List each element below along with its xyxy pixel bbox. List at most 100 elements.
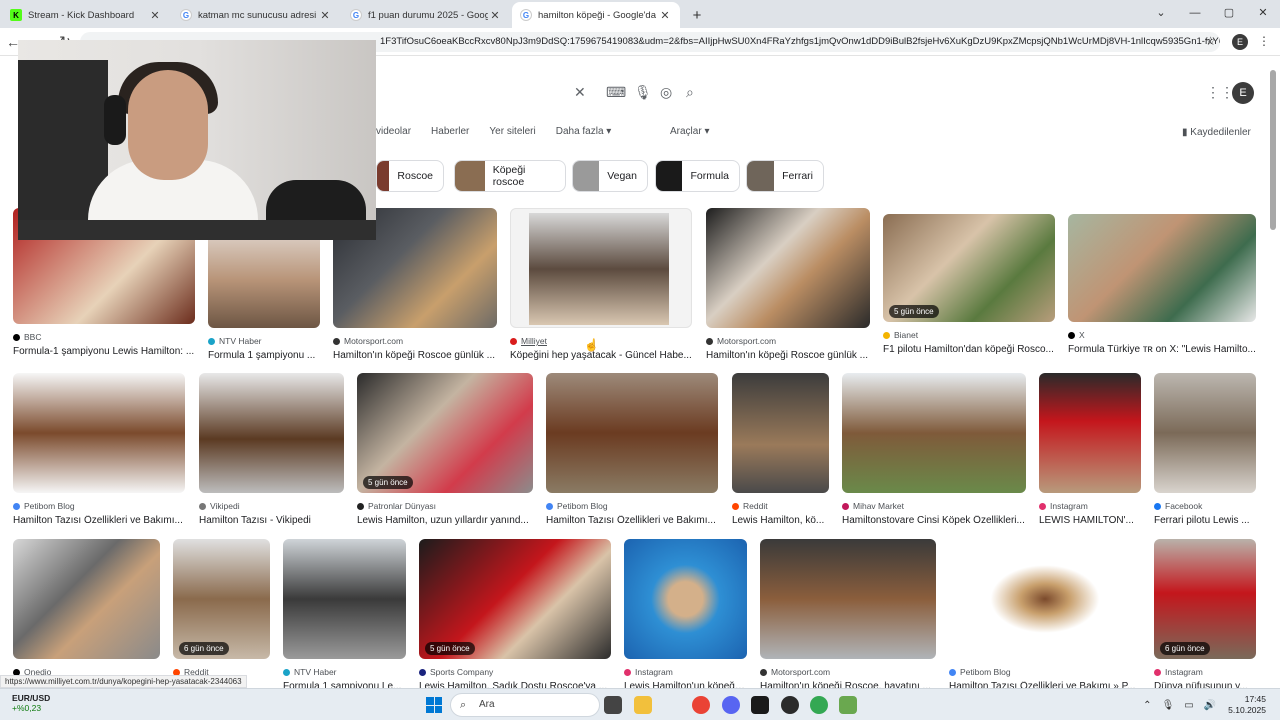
result-title[interactable]: Hamiltonstovare Cinsi Köpek Özellikleri.…: [842, 515, 1026, 526]
image-result[interactable]: Mihav Market Hamiltonstovare Cinsi Köpek…: [842, 373, 1026, 526]
result-thumbnail[interactable]: [199, 373, 344, 493]
result-title[interactable]: Köpeğini hep yaşatacak - Güncel Habe...: [510, 350, 692, 361]
chip-kopegi-roscoe[interactable]: Köpeği roscoe: [454, 160, 566, 192]
menu-icon[interactable]: ⋮: [1258, 34, 1270, 48]
volume-icon[interactable]: 🔊: [1204, 700, 1216, 711]
image-result[interactable]: Petibom Blog Hamilton Tazısı Özellikleri…: [546, 373, 718, 526]
result-title[interactable]: Lewis Hamilton, kö...: [732, 515, 829, 526]
result-thumbnail[interactable]: [283, 539, 406, 659]
tab-search-icon[interactable]: ⌄: [1144, 0, 1178, 26]
result-thumbnail[interactable]: [760, 539, 936, 659]
image-result[interactable]: 5 gün önce Sports Company Lewis Hamilton…: [419, 539, 611, 692]
image-result[interactable]: Onedio: [13, 539, 160, 677]
microphone-icon[interactable]: 🎙: [634, 84, 652, 101]
tab-kick-dashboard[interactable]: K Stream - Kick Dashboard ✕: [2, 2, 170, 28]
search-box[interactable]: ✕ ⌨ 🎙 ◎ ⌕: [376, 76, 716, 110]
result-title[interactable]: Hamilton Tazısı Özellikleri ve Bakımı...: [546, 515, 718, 526]
result-thumbnail[interactable]: 5 gün önce: [883, 214, 1055, 322]
result-title[interactable]: Hamilton'ın köpeği Roscoe günlük ...: [706, 350, 870, 361]
image-result[interactable]: Motorsport.com Hamilton'ın köpeği Roscoe…: [706, 208, 870, 361]
result-title[interactable]: F1 pilotu Hamilton'dan köpeği Rosco...: [883, 344, 1055, 355]
close-tab-icon[interactable]: ✕: [148, 9, 162, 22]
saved-button[interactable]: ▮ Kaydedilenler: [1182, 127, 1251, 138]
result-thumbnail[interactable]: [842, 373, 1026, 493]
result-title[interactable]: LEWIS HAMILTON'...: [1039, 515, 1141, 526]
microphone-icon[interactable]: 🎙: [1162, 700, 1175, 711]
image-result[interactable]: Reddit Lewis Hamilton, kö...: [732, 373, 829, 526]
close-window-button[interactable]: ✕: [1246, 0, 1280, 26]
chrome-icon[interactable]: [692, 696, 710, 714]
result-title[interactable]: Hamilton Tazısı - Vikipedi: [199, 515, 344, 526]
result-title[interactable]: Hamilton Tazısı Özellikleri ve Bakımı...: [13, 515, 185, 526]
result-thumbnail[interactable]: [546, 373, 718, 493]
image-result[interactable]: Instagram LEWIS HAMILTON'...: [1039, 373, 1141, 526]
result-thumbnail[interactable]: [706, 208, 870, 328]
start-icon[interactable]: [426, 697, 442, 713]
avatar[interactable]: E: [1232, 82, 1254, 104]
result-thumbnail[interactable]: [624, 539, 747, 659]
tab-web[interactable]: Yer siteleri: [489, 126, 535, 137]
terminal-icon[interactable]: [751, 696, 769, 714]
result-thumbnail[interactable]: [1068, 214, 1256, 322]
image-result[interactable]: NTV Haber Formula 1 şampiyonu Le...: [283, 539, 406, 692]
chevron-up-icon[interactable]: ⌃: [1143, 700, 1151, 711]
clock[interactable]: 17:45 5.10.2025: [1228, 694, 1266, 716]
result-thumbnail[interactable]: [732, 373, 829, 493]
lens-icon[interactable]: ◎: [660, 84, 672, 101]
page-scrollbar[interactable]: [1270, 60, 1278, 680]
result-thumbnail[interactable]: [949, 539, 1141, 659]
result-title[interactable]: Formula Türkiye ᴛʀ on X: "Lewis Hamilto.…: [1068, 344, 1256, 355]
profile-button[interactable]: E: [1232, 34, 1248, 50]
file-explorer-icon[interactable]: [634, 696, 652, 714]
minimize-button[interactable]: —: [1178, 0, 1212, 26]
tab-more[interactable]: Daha fazla ▾: [556, 126, 612, 137]
image-result[interactable]: Milliyet Köpeğini hep yaşatacak - Güncel…: [510, 208, 692, 361]
tab-videos[interactable]: videolar: [376, 126, 411, 137]
chrome-active-icon[interactable]: [810, 696, 828, 714]
image-result[interactable]: Facebook Ferrari pilotu Lewis ...: [1154, 373, 1256, 526]
steam-icon[interactable]: [781, 696, 799, 714]
tools-button[interactable]: Araçlar ▾: [670, 126, 709, 137]
tab-hamilton-search[interactable]: G hamilton köpeği - Google'da A ✕: [512, 2, 680, 28]
close-tab-icon[interactable]: ✕: [658, 9, 672, 22]
result-thumbnail[interactable]: [13, 373, 185, 493]
image-result[interactable]: Petibom Blog Hamilton Tazısı Özellikleri…: [13, 373, 185, 526]
minecraft-icon[interactable]: [839, 696, 857, 714]
result-thumbnail[interactable]: 5 gün önce: [357, 373, 533, 493]
bookmark-star-icon[interactable]: ☆: [1205, 34, 1216, 48]
image-result[interactable]: X Formula Türkiye ᴛʀ on X: "Lewis Hamilt…: [1068, 214, 1256, 355]
tab-katman-search[interactable]: G katman mc sunucusu adresi - G ✕: [172, 2, 340, 28]
chip-formula[interactable]: Formula: [655, 160, 740, 192]
result-thumbnail[interactable]: 6 gün önce: [173, 539, 270, 659]
clear-icon[interactable]: ✕: [574, 84, 586, 101]
result-thumbnail[interactable]: [13, 539, 160, 659]
result-title[interactable]: Lewis Hamilton, uzun yıllardır yanınd...: [357, 515, 533, 526]
result-thumbnail[interactable]: 6 gün önce: [1154, 539, 1256, 659]
image-result[interactable]: 6 gün önce Instagram Dünya nüfusunun y..…: [1154, 539, 1256, 692]
result-thumbnail[interactable]: [510, 208, 692, 328]
result-thumbnail[interactable]: [1039, 373, 1141, 493]
result-title[interactable]: Formula-1 şampiyonu Lewis Hamilton: ...: [13, 346, 195, 357]
new-tab-button[interactable]: +: [686, 6, 708, 28]
ticker-widget[interactable]: EUR/USD +%0,23: [12, 693, 50, 713]
apps-grid-icon[interactable]: ⋮⋮: [1206, 84, 1234, 101]
image-result[interactable]: Vikipedi Hamilton Tazısı - Vikipedi: [199, 373, 344, 526]
chip-roscoe[interactable]: Roscoe: [376, 160, 444, 192]
result-thumbnail[interactable]: [1154, 373, 1256, 493]
network-icon[interactable]: ▭: [1184, 700, 1193, 711]
close-tab-icon[interactable]: ✕: [488, 9, 502, 22]
tab-f1-search[interactable]: G f1 puan durumu 2025 - Google ✕: [342, 2, 510, 28]
task-view-icon[interactable]: [604, 696, 622, 714]
discord-icon[interactable]: [722, 696, 740, 714]
result-title[interactable]: Hamilton'ın köpeği Roscoe günlük ...: [333, 350, 497, 361]
maximize-button[interactable]: ▢: [1212, 0, 1246, 26]
close-tab-icon[interactable]: ✕: [318, 9, 332, 22]
image-result[interactable]: 5 gün önce Patronlar Dünyası Lewis Hamil…: [357, 373, 533, 526]
image-result[interactable]: Instagram Lewis Hamilton'un köpeği ...: [624, 539, 747, 692]
search-icon[interactable]: ⌕: [686, 84, 694, 101]
keyboard-icon[interactable]: ⌨: [606, 84, 626, 101]
image-result[interactable]: 5 gün önce Bianet F1 pilotu Hamilton'dan…: [883, 214, 1055, 355]
image-result[interactable]: Motorsport.com Hamilton'ın köpeği Roscoe…: [760, 539, 936, 692]
taskbar-search[interactable]: ⌕ Ara: [450, 693, 600, 717]
result-thumbnail[interactable]: 5 gün önce: [419, 539, 611, 659]
